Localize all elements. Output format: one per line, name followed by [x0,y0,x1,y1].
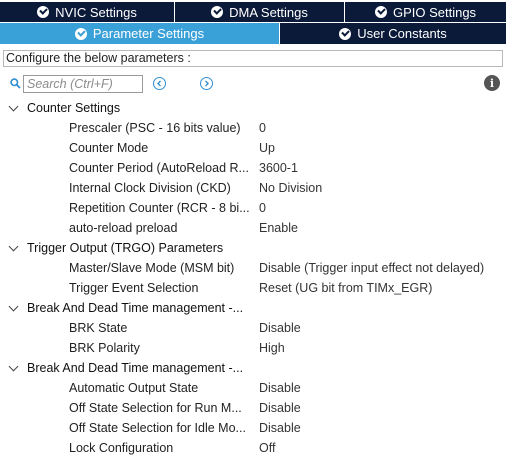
param-row[interactable]: auto-reload preload Enable [0,218,506,238]
chevron-left-icon [157,80,161,87]
parameter-tree: Counter Settings Prescaler (PSC - 16 bit… [0,98,506,458]
search-next-button[interactable] [200,77,213,90]
param-row[interactable]: Off State Selection for Idle Mo... Disab… [0,418,506,438]
param-name: Automatic Output State [69,381,199,395]
group-label: Break And Dead Time management -... [27,361,244,375]
tab-label: NVIC Settings [55,4,137,20]
group-break-dead-time-2[interactable]: Break And Dead Time management -... [0,358,506,378]
param-name: Prescaler (PSC - 16 bits value) [69,121,241,135]
param-row[interactable]: Master/Slave Mode (MSM bit) Disable (Tri… [0,258,506,278]
param-name: Off State Selection for Run M... [69,401,242,415]
param-row[interactable]: Counter Mode Up [0,138,506,158]
tab-row-bottom: Parameter Settings User Constants [0,23,506,44]
param-row[interactable]: BRK State Disable [0,318,506,338]
tab-parameter-settings[interactable]: Parameter Settings [0,23,280,44]
param-value[interactable]: 0 [259,198,266,218]
group-label: Counter Settings [27,101,121,115]
configure-label: Configure the below parameters : [3,50,503,67]
param-value[interactable]: Disable [259,378,301,398]
param-name: Counter Mode [69,141,149,155]
check-circle-icon [339,27,352,40]
tab-nvic-settings[interactable]: NVIC Settings [0,2,175,23]
chevron-down-icon[interactable] [8,361,19,372]
param-value[interactable]: No Division [259,178,322,198]
param-name: auto-reload preload [69,221,178,235]
chevron-down-icon[interactable] [8,101,19,112]
search-previous-button[interactable] [153,77,166,90]
param-row[interactable]: Lock Configuration Off [0,438,506,458]
group-label: Break And Dead Time management -... [27,301,244,315]
param-row[interactable]: Repetition Counter (RCR - 8 bi... 0 [0,198,506,218]
param-value[interactable]: Reset (UG bit from TIMx_EGR) [259,278,432,298]
param-row[interactable]: Off State Selection for Run M... Disable [0,398,506,418]
param-value[interactable]: 0 [259,118,266,138]
param-value[interactable]: 3600-1 [259,158,298,178]
tab-label: User Constants [357,26,447,41]
check-circle-icon [211,6,224,18]
group-break-dead-time-1[interactable]: Break And Dead Time management -... [0,298,506,318]
tab-label: DMA Settings [229,4,308,20]
param-row[interactable]: Internal Clock Division (CKD) No Divisio… [0,178,506,198]
search-icon [10,78,21,89]
param-row[interactable]: Counter Period (AutoReload R... 3600-1 [0,158,506,178]
tab-row-top: NVIC Settings DMA Settings GPIO Settings [0,2,506,23]
param-value[interactable]: Disable [259,398,301,418]
tab-label: GPIO Settings [392,4,477,20]
chevron-down-icon[interactable] [8,241,19,252]
param-name: Internal Clock Division (CKD) [69,181,231,195]
param-row[interactable]: Prescaler (PSC - 16 bits value) 0 [0,118,506,138]
param-name: Counter Period (AutoReload R... [69,161,249,175]
tab-label: Parameter Settings [92,26,205,41]
param-value[interactable]: Off [259,438,275,458]
param-row[interactable]: Automatic Output State Disable [0,378,506,398]
check-circle-icon [74,27,87,40]
param-name: Lock Configuration [69,441,174,455]
group-label: Trigger Output (TRGO) Parameters [27,241,224,255]
check-circle-icon [374,6,387,18]
group-trigger-output[interactable]: Trigger Output (TRGO) Parameters [0,238,506,258]
tab-user-constants[interactable]: User Constants [280,23,506,44]
chevron-right-icon [205,80,209,87]
tab-gpio-settings[interactable]: GPIO Settings [345,2,506,23]
param-name: Trigger Event Selection [69,281,199,295]
info-icon[interactable]: i [484,75,500,91]
tab-dma-settings[interactable]: DMA Settings [175,2,345,23]
search-input[interactable] [23,75,143,93]
param-name: Master/Slave Mode (MSM bit) [69,261,235,275]
search-bar: i [8,74,504,94]
param-name: Off State Selection for Idle Mo... [69,421,246,435]
check-circle-icon [37,6,50,18]
param-value[interactable]: Disable [259,418,301,438]
param-value[interactable]: Disable [259,318,301,338]
param-value[interactable]: Up [259,138,275,158]
param-row[interactable]: Trigger Event Selection Reset (UG bit fr… [0,278,506,298]
param-name: BRK Polarity [69,341,140,355]
param-name: Repetition Counter (RCR - 8 bi... [69,201,250,215]
param-name: BRK State [69,321,128,335]
param-value[interactable]: Disable (Trigger input effect not delaye… [259,258,484,278]
param-value[interactable]: High [259,338,285,358]
param-row[interactable]: BRK Polarity High [0,338,506,358]
group-counter-settings[interactable]: Counter Settings [0,98,506,118]
param-value[interactable]: Enable [259,218,298,238]
chevron-down-icon[interactable] [8,301,19,312]
